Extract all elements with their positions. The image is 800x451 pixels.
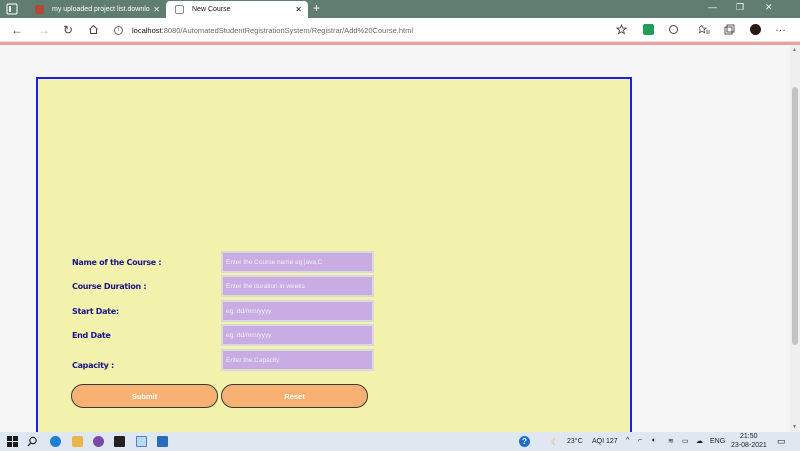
close-tab-icon[interactable]: ✕ <box>153 5 160 14</box>
more-options-icon[interactable]: … <box>775 21 786 35</box>
page-viewport: Name of the Course : Enter the Course na… <box>0 45 790 432</box>
browser-toolbar: ← → ↻ i localhost:8080/AutomatedStudentR… <box>0 18 800 42</box>
address-bar[interactable]: i localhost:8080/AutomatedStudentRegistr… <box>114 21 634 39</box>
tab-uploaded-projects[interactable]: my uploaded project list.downlo ✕ <box>26 1 166 18</box>
new-tab-icon[interactable]: + <box>313 1 320 15</box>
photos-app-icon[interactable] <box>157 436 168 447</box>
refresh-icon[interactable]: ↻ <box>63 23 73 37</box>
cloud-icon[interactable]: ☁︎ <box>696 437 703 445</box>
notepad-icon[interactable] <box>136 436 147 447</box>
collections-icon[interactable] <box>724 24 735 35</box>
tab-favicon-icon <box>175 5 184 14</box>
tab-new-course[interactable]: New Course ✕ <box>166 1 308 18</box>
file-explorer-icon[interactable] <box>72 436 83 447</box>
clock-time[interactable]: 21:50 <box>740 433 758 440</box>
favorites-icon[interactable] <box>699 24 710 35</box>
capacity-label: Capacity : <box>72 361 114 370</box>
url-path: :8080/AutomatedStudentRegistrationSystem… <box>161 25 413 35</box>
end-date-label: End Date <box>72 331 111 340</box>
scroll-down-icon[interactable]: ▼ <box>792 424 797 430</box>
course-name-label: Name of the Course : <box>72 258 162 267</box>
chevron-up-icon[interactable]: ^ <box>626 437 629 444</box>
air-quality-index[interactable]: AQI 127 <box>592 438 618 445</box>
favorites-add-icon[interactable] <box>616 24 627 35</box>
capacity-input[interactable]: Enter the Capacity <box>221 349 374 371</box>
start-date-label: Start Date: <box>72 307 119 316</box>
site-info-icon[interactable]: i <box>114 25 123 35</box>
weather-moon-icon: ☾ <box>551 437 560 447</box>
course-name-input[interactable]: Enter the Course name eg java,C <box>221 251 374 273</box>
back-icon[interactable]: ← <box>11 23 23 37</box>
scroll-up-icon[interactable]: ▲ <box>792 47 797 53</box>
home-icon[interactable] <box>88 24 99 35</box>
windows-start-icon[interactable] <box>7 436 18 447</box>
minimize-icon[interactable]: — <box>708 2 717 12</box>
extension-icon[interactable] <box>668 24 679 35</box>
tab-favicon-icon <box>35 5 44 14</box>
submit-button[interactable]: Submit <box>71 384 218 408</box>
url-host: localhost <box>132 25 162 35</box>
help-icon[interactable]: ? <box>519 436 530 447</box>
tab-title: my uploaded project list.downlo <box>52 6 150 13</box>
language-indicator[interactable]: ENG <box>710 438 725 445</box>
reset-button[interactable]: Reset <box>221 384 368 408</box>
terminal-icon[interactable] <box>114 436 125 447</box>
volume-icon[interactable]: 🔈︎ <box>652 437 656 445</box>
wifi-icon[interactable]: ≋ <box>668 437 674 445</box>
search-icon[interactable] <box>27 436 38 447</box>
end-date-input[interactable]: eg. dd/mm/yyyy <box>221 324 374 346</box>
notifications-icon[interactable]: ▭ <box>777 436 786 447</box>
network-icon[interactable]: ⌐ <box>638 437 642 444</box>
restore-icon[interactable]: ❐ <box>736 2 744 13</box>
close-window-icon[interactable]: ✕ <box>765 2 773 13</box>
tab-title: New Course <box>192 6 231 13</box>
course-duration-label: Course Duration : <box>72 282 147 291</box>
window-menu-icon[interactable] <box>6 3 18 15</box>
edge-browser-icon[interactable] <box>50 436 61 447</box>
clock-date[interactable]: 23-08-2021 <box>731 442 767 449</box>
windows-taskbar: ? ☾ 23°C AQI 127 ^ ⌐ 🔈︎ ≋ ▭ ☁︎ ENG 21:50… <box>0 432 800 451</box>
add-course-form: Name of the Course : Enter the Course na… <box>36 77 632 432</box>
page-scrollbar[interactable]: ▲ ▼ <box>790 45 800 432</box>
extension-q-icon[interactable] <box>643 24 654 35</box>
battery-icon[interactable]: ▭ <box>682 437 689 445</box>
start-date-input[interactable]: eg. dd/mm/yyyy <box>221 300 374 322</box>
scrollbar-thumb[interactable] <box>792 87 798 345</box>
eclipse-ide-icon[interactable] <box>93 436 104 447</box>
close-tab-icon[interactable]: ✕ <box>295 5 302 14</box>
weather-temperature[interactable]: 23°C <box>567 438 583 445</box>
forward-icon[interactable]: → <box>38 23 50 37</box>
browser-tab-strip: my uploaded project list.downlo ✕ New Co… <box>0 0 800 18</box>
course-duration-input[interactable]: Enter the duration in weeks <box>221 275 374 297</box>
profile-avatar[interactable] <box>750 24 761 35</box>
